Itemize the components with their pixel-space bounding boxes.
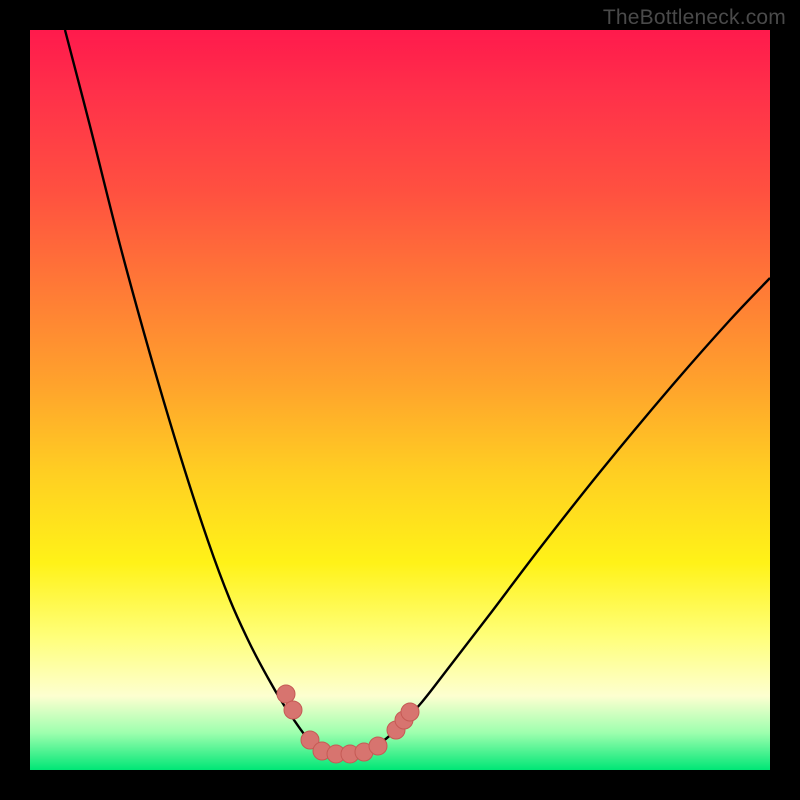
- chart-svg: [30, 30, 770, 770]
- marker-dot: [401, 703, 419, 721]
- marker-dot: [369, 737, 387, 755]
- marker-dot: [284, 701, 302, 719]
- right-branch-curve: [370, 278, 770, 750]
- plot-area: [30, 30, 770, 770]
- bottom-markers-group: [277, 685, 419, 763]
- left-branch-curve: [65, 30, 320, 750]
- chart-frame: TheBottleneck.com: [0, 0, 800, 800]
- watermark-text: TheBottleneck.com: [603, 6, 786, 30]
- marker-dot: [277, 685, 295, 703]
